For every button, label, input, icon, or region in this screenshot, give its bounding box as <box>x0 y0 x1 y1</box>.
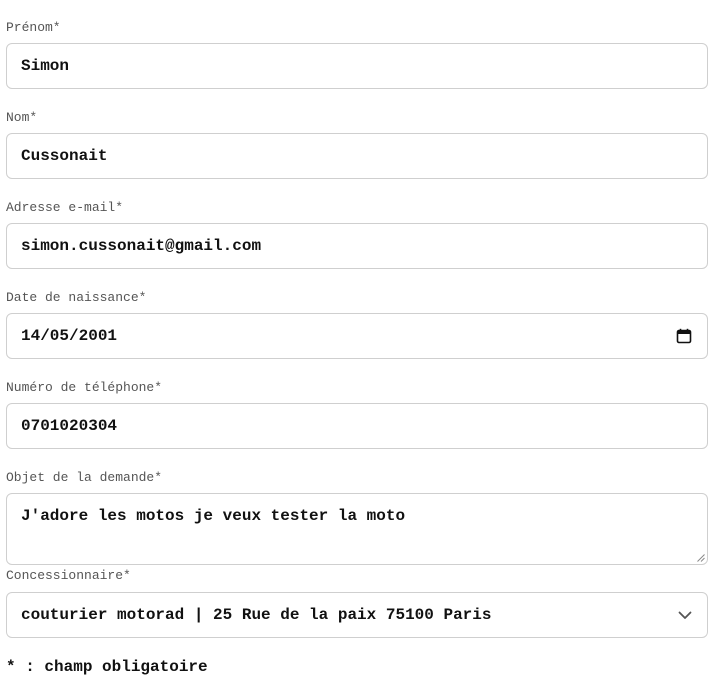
nom-field[interactable]: Cussonait <box>6 133 708 179</box>
required-fields-note: * : champ obligatoire <box>6 658 208 676</box>
dealer-select[interactable]: couturier motorad | 25 Rue de la paix 75… <box>6 592 708 638</box>
nom-label: Nom* <box>6 110 38 125</box>
birthdate-value: 14/05/2001 <box>21 327 118 345</box>
subject-textarea[interactable]: J'adore les motos je veux tester la moto <box>6 493 708 565</box>
phone-field[interactable]: 0701020304 <box>6 403 708 449</box>
resize-handle-icon[interactable] <box>697 554 705 562</box>
email-field[interactable]: simon.cussonait@gmail.com <box>6 223 708 269</box>
calendar-icon[interactable] <box>676 328 692 344</box>
prenom-field[interactable]: Simon <box>6 43 708 89</box>
dealer-label: Concessionnaire* <box>6 568 131 583</box>
prenom-value: Simon <box>21 57 70 75</box>
phone-label: Numéro de téléphone* <box>6 380 163 395</box>
birthdate-label: Date de naissance* <box>6 290 147 305</box>
nom-value: Cussonait <box>21 147 108 165</box>
birthdate-field[interactable]: 14/05/2001 <box>6 313 708 359</box>
subject-value: J'adore les motos je veux tester la moto <box>21 507 406 525</box>
chevron-down-icon <box>678 611 692 619</box>
phone-value: 0701020304 <box>21 417 118 435</box>
email-value: simon.cussonait@gmail.com <box>21 237 262 255</box>
prenom-label: Prénom* <box>6 20 61 35</box>
email-label: Adresse e-mail* <box>6 200 124 215</box>
subject-label: Objet de la demande* <box>6 470 163 485</box>
dealer-value: couturier motorad | 25 Rue de la paix 75… <box>21 606 492 624</box>
